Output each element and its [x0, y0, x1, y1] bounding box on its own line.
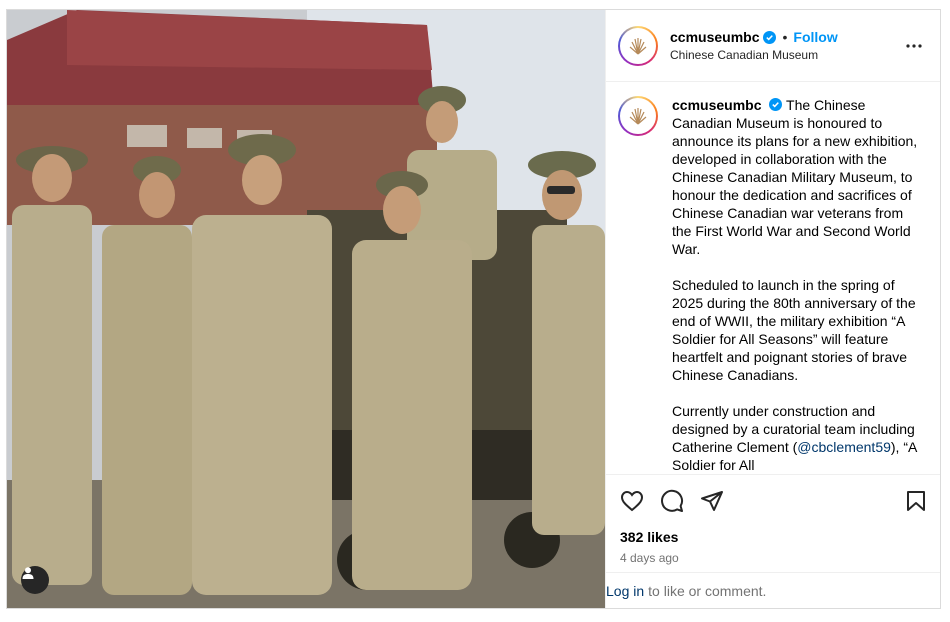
post-header: ccmuseumbc • Follow Chinese Canadian Mus…	[606, 10, 940, 82]
soldiers-photo-illustration	[7, 10, 605, 608]
post-photo[interactable]	[7, 10, 605, 608]
separator-dot: •	[782, 29, 788, 45]
share-button[interactable]	[700, 490, 724, 512]
heart-icon	[620, 490, 644, 512]
verified-badge-icon	[769, 98, 783, 111]
caption-paragraph-1: The Chinese Canadian Museum is honoured …	[672, 97, 918, 257]
login-prompt: Log in to like or comment.	[606, 572, 940, 608]
post-side-panel: ccmuseumbc • Follow Chinese Canadian Mus…	[605, 10, 940, 608]
follow-button[interactable]: Follow	[793, 29, 837, 45]
user-tag-icon	[22, 567, 34, 579]
like-button[interactable]	[620, 490, 644, 512]
comment-button[interactable]	[660, 489, 684, 513]
user-tag-button[interactable]	[21, 566, 49, 594]
comment-icon	[661, 489, 684, 512]
post-header-text: ccmuseumbc • Follow Chinese Canadian Mus…	[670, 29, 902, 62]
more-options-icon	[906, 43, 922, 48]
verified-badge-icon	[763, 30, 777, 44]
mention-link[interactable]: @cbclement59	[797, 439, 891, 455]
post-actions-section: 382 likes 4 days ago	[606, 474, 940, 572]
share-icon	[701, 491, 723, 511]
likes-count[interactable]: 382 likes	[620, 529, 926, 545]
username-link[interactable]: ccmuseumbc	[670, 29, 759, 45]
login-link[interactable]: Log in	[606, 583, 644, 599]
caption-username[interactable]: ccmuseumbc	[672, 97, 761, 113]
caption-area: ccmuseumbc The Chinese Canadian Museum i…	[606, 82, 940, 474]
avatar[interactable]	[618, 25, 658, 66]
post-timestamp[interactable]: 4 days ago	[620, 551, 926, 565]
save-button[interactable]	[906, 490, 926, 512]
login-prompt-text: to like or comment.	[648, 582, 767, 599]
action-bar	[620, 487, 926, 515]
caption-paragraph-2: Scheduled to launch in the spring of 202…	[672, 277, 916, 383]
caption-text: ccmuseumbc The Chinese Canadian Museum i…	[672, 96, 926, 474]
museum-logo-icon	[629, 108, 647, 125]
instagram-post: ccmuseumbc • Follow Chinese Canadian Mus…	[6, 9, 941, 609]
display-name: Chinese Canadian Museum	[670, 48, 819, 62]
bookmark-icon	[907, 491, 925, 511]
caption-avatar[interactable]	[618, 96, 658, 136]
museum-logo-icon	[629, 37, 647, 54]
more-options-button[interactable]	[902, 43, 926, 48]
